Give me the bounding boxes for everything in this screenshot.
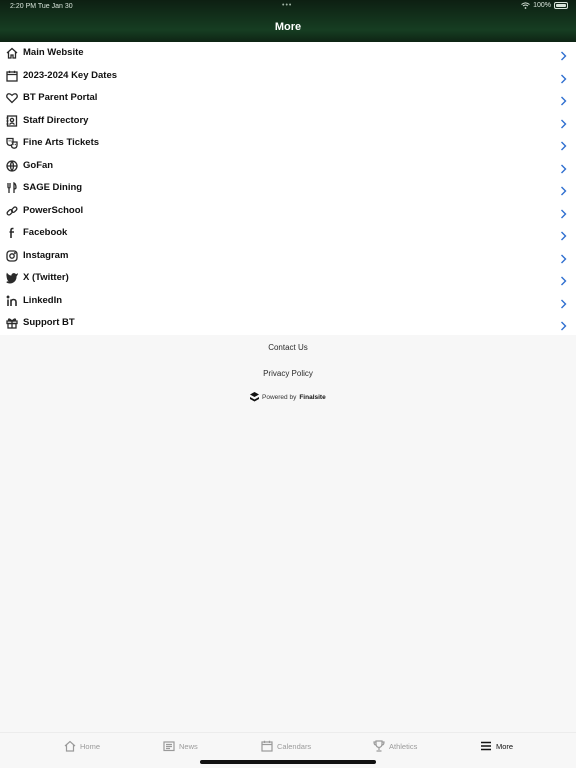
menu-item-label: Support BT: [23, 317, 75, 328]
status-time: 2:20 PM Tue Jan 30: [10, 3, 73, 10]
twitter-icon: [6, 272, 18, 284]
chevron-right-icon: [560, 228, 567, 241]
calendar-icon: [6, 70, 18, 82]
chevron-right-icon: [560, 251, 567, 263]
tab-athletics[interactable]: Athletics: [373, 740, 417, 752]
battery-icon: [554, 2, 568, 9]
menu-item-label: GoFan: [23, 159, 54, 171]
chevron-right-icon: [560, 273, 567, 286]
menu-item-label: Facebook: [23, 227, 68, 238]
menu-item-instagram[interactable]: Instagram: [0, 245, 576, 268]
status-bar: 2:20 PM Tue Jan 30 ••• 100%: [0, 0, 576, 14]
menu-item-label: SAGE Dining: [23, 182, 83, 193]
menu-item-gofan[interactable]: GoFan: [0, 155, 576, 178]
chevron-right-icon: [560, 93, 567, 106]
instagram-icon: [6, 249, 18, 262]
menu-item-facebook[interactable]: Facebook: [0, 222, 576, 245]
tab-calendars[interactable]: Calendars: [261, 740, 311, 752]
chevron-right-icon: [560, 48, 567, 61]
menu-item-label: Staff Directory: [23, 114, 89, 126]
menu-item-label: LinkedIn: [23, 294, 63, 306]
chevron-right-icon: [560, 296, 567, 308]
chevron-right-icon: [560, 116, 567, 128]
chevron-right-icon: [560, 183, 567, 196]
menu-item-fine-arts-tickets[interactable]: Fine Arts Tickets: [0, 132, 576, 155]
link-icon: [6, 205, 18, 217]
multitasking-dots[interactable]: •••: [282, 2, 292, 9]
menu-item-support-bt[interactable]: Support BT: [0, 312, 576, 335]
menu-item-label: 2023-2024 Key Dates: [23, 69, 118, 81]
ball-icon: [6, 159, 18, 172]
menu-item-label: Fine Arts Tickets: [23, 137, 100, 148]
tab-more[interactable]: More: [480, 740, 513, 752]
chevron-right-icon: [560, 161, 567, 173]
privacy-policy-link[interactable]: Privacy Policy: [0, 369, 576, 378]
tab-home[interactable]: Home: [64, 740, 100, 752]
battery-percent: 100%: [533, 2, 551, 9]
menu-item-label: BT Parent Portal: [23, 92, 98, 103]
menu-item-main-website[interactable]: Main Website: [0, 42, 576, 65]
chevron-right-icon: [560, 206, 567, 218]
menu-item-label: X (Twitter): [23, 272, 69, 283]
menu-item-key-dates[interactable]: 2023-2024 Key Dates: [0, 65, 576, 88]
menu-item-sage-dining[interactable]: SAGE Dining: [0, 177, 576, 200]
newspaper-icon: [163, 741, 175, 752]
wifi-icon: [521, 2, 530, 9]
heart-icon: [6, 92, 18, 104]
powered-by-finalsite[interactable]: Powered by Finalsite: [250, 392, 326, 402]
home-icon: [64, 740, 76, 752]
chevron-right-icon: [560, 318, 567, 331]
menu-item-powerschool[interactable]: PowerSchool: [0, 200, 576, 223]
chevron-right-icon: [560, 71, 567, 83]
tab-label: Calendars: [277, 741, 312, 751]
hamburger-menu-icon: [481, 741, 491, 751]
menu-item-label: PowerSchool: [23, 204, 84, 216]
status-indicators: 100%: [521, 2, 568, 9]
linkedin-icon: [6, 295, 18, 307]
gift-icon: [6, 317, 18, 329]
menu-item-parent-portal[interactable]: BT Parent Portal: [0, 87, 576, 110]
home-icon: [6, 47, 18, 59]
header-bar: 2:20 PM Tue Jan 30 ••• 100% More: [0, 0, 576, 42]
page-title: More: [274, 21, 302, 33]
calendar-icon: [261, 740, 273, 752]
menu-item-label: Instagram: [23, 249, 69, 261]
tab-label: News: [179, 741, 198, 751]
tab-news[interactable]: News: [163, 740, 198, 752]
directory-icon: [6, 114, 18, 127]
utensils-icon: [6, 182, 18, 194]
menu-item-linkedin[interactable]: LinkedIn: [0, 290, 576, 313]
trophy-icon: [373, 740, 385, 752]
facebook-icon: [6, 227, 18, 239]
home-indicator[interactable]: [200, 760, 376, 764]
theater-masks-icon: [6, 137, 18, 149]
menu-item-staff-directory[interactable]: Staff Directory: [0, 110, 576, 133]
chevron-right-icon: [560, 138, 567, 151]
finalsite-logo-icon: [250, 392, 259, 402]
menu-item-label: Main Website: [23, 47, 84, 58]
tab-label: More: [496, 741, 514, 751]
tab-label: Athletics: [389, 741, 418, 751]
more-menu-list: Main Website 2023-2024 Key Dates BT Pare…: [0, 42, 576, 335]
powered-by-text: Powered by: [262, 393, 297, 401]
contact-us-link[interactable]: Contact Us: [0, 343, 576, 352]
tab-label: Home: [80, 741, 101, 751]
menu-item-twitter[interactable]: X (Twitter): [0, 267, 576, 290]
finalsite-brand: Finalsite: [299, 393, 326, 401]
